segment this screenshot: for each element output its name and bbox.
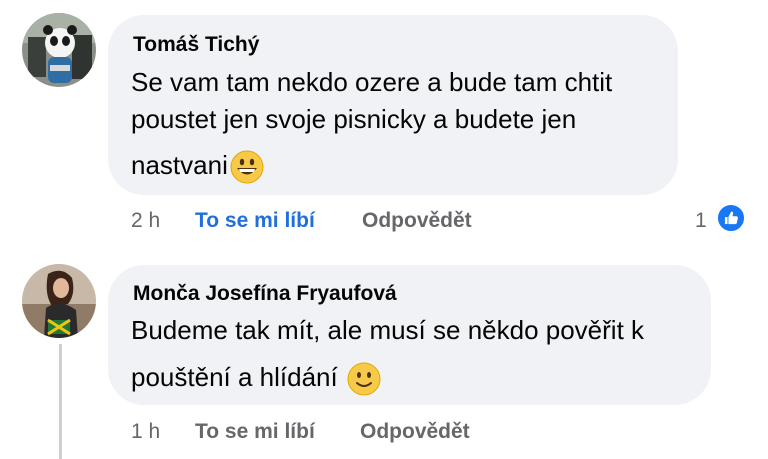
- comment-timestamp[interactable]: 2 h: [131, 209, 160, 233]
- comment-author[interactable]: Monča Josefína Fryaufová: [133, 282, 397, 306]
- reply-button[interactable]: Odpovědět: [360, 420, 470, 444]
- comment-text-line-last: pouštění a hlídání: [131, 355, 381, 399]
- comment-text-line: poustet jen svoje pisnicky a budete jen: [131, 104, 577, 134]
- comment-text-line: Budeme tak mít, ale musí se někdo pověři…: [131, 315, 645, 345]
- comment-text: pouštění a hlídání: [131, 362, 338, 392]
- reaction-count[interactable]: 1: [695, 209, 707, 233]
- comment-author[interactable]: Tomáš Tichý: [133, 33, 259, 57]
- like-button[interactable]: To se mi líbí: [195, 209, 315, 233]
- thread-line: [59, 344, 62, 459]
- like-button[interactable]: To se mi líbí: [195, 420, 315, 444]
- avatar[interactable]: [22, 264, 96, 338]
- avatar[interactable]: [22, 13, 96, 87]
- comment-text-line-last: nastvani: [131, 143, 264, 187]
- thumbs-up-icon[interactable]: [716, 203, 746, 233]
- slightly-smiling-face-emoji-icon: [347, 362, 381, 396]
- comment-timestamp[interactable]: 1 h: [131, 420, 160, 444]
- comment-text: nastvani: [131, 150, 228, 180]
- grinning-face-emoji-icon: [230, 150, 264, 184]
- reply-button[interactable]: Odpovědět: [362, 209, 472, 233]
